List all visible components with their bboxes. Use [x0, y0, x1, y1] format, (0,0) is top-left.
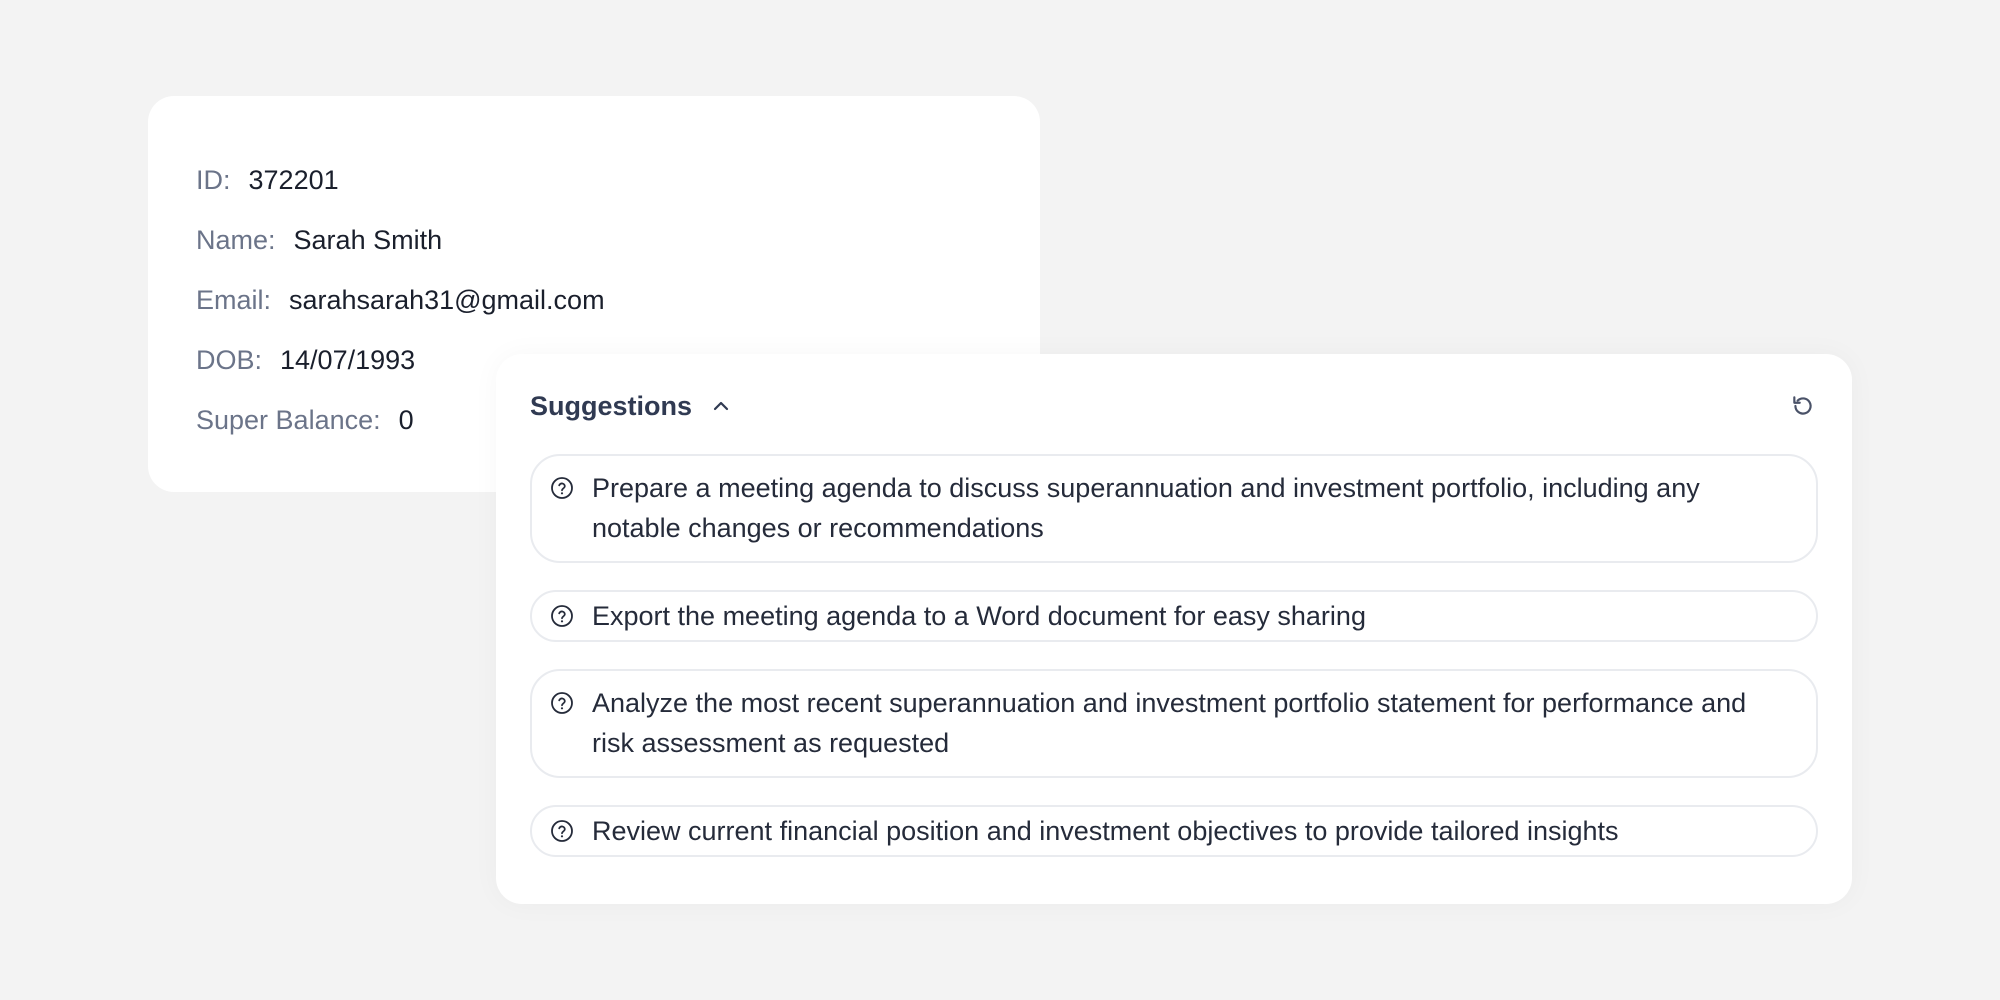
suggestion-item[interactable]: Analyze the most recent superannuation a… [530, 669, 1818, 778]
chevron-up-icon[interactable] [710, 395, 732, 417]
field-label-name: Name: [196, 225, 276, 255]
field-label-id: ID: [196, 165, 231, 195]
suggestion-text: Export the meeting agenda to a Word docu… [592, 601, 1366, 631]
suggestion-item[interactable]: Review current financial position and in… [530, 805, 1818, 857]
suggestion-text: Review current financial position and in… [592, 816, 1619, 846]
suggestions-header: Suggestions [530, 354, 1818, 454]
field-value-name: Sarah Smith [293, 225, 443, 255]
field-row-name: Name: Sarah Smith [196, 210, 992, 270]
field-label-email: Email: [196, 285, 272, 315]
suggestion-item[interactable]: Prepare a meeting agenda to discuss supe… [530, 454, 1818, 563]
field-value-email: sarahsarah31@gmail.com [289, 285, 605, 315]
refresh-icon[interactable] [1788, 391, 1818, 421]
suggestion-text: Prepare a meeting agenda to discuss supe… [592, 473, 1700, 543]
suggestion-list: Prepare a meeting agenda to discuss supe… [530, 454, 1818, 857]
suggestions-toggle[interactable]: Suggestions [530, 391, 732, 422]
suggestion-item[interactable]: Export the meeting agenda to a Word docu… [530, 590, 1818, 642]
suggestions-title: Suggestions [530, 390, 693, 421]
help-icon [550, 811, 578, 851]
field-value-id: 372201 [248, 165, 339, 195]
field-label-dob: DOB: [196, 345, 263, 375]
field-value-dob: 14/07/1993 [280, 345, 416, 375]
suggestion-text: Analyze the most recent superannuation a… [592, 688, 1747, 758]
field-label-super-balance: Super Balance: [196, 405, 381, 435]
field-row-email: Email: sarahsarah31@gmail.com [196, 270, 992, 330]
suggestions-panel: Suggestions Prepare a meeting agenda to … [496, 354, 1852, 904]
field-row-id: ID: 372201 [196, 150, 992, 210]
help-icon [550, 683, 578, 723]
field-value-super-balance: 0 [398, 405, 414, 435]
help-icon [550, 596, 578, 636]
stage: ID: 372201 Name: Sarah Smith Email: sara… [0, 0, 2000, 1000]
help-icon [550, 468, 578, 508]
